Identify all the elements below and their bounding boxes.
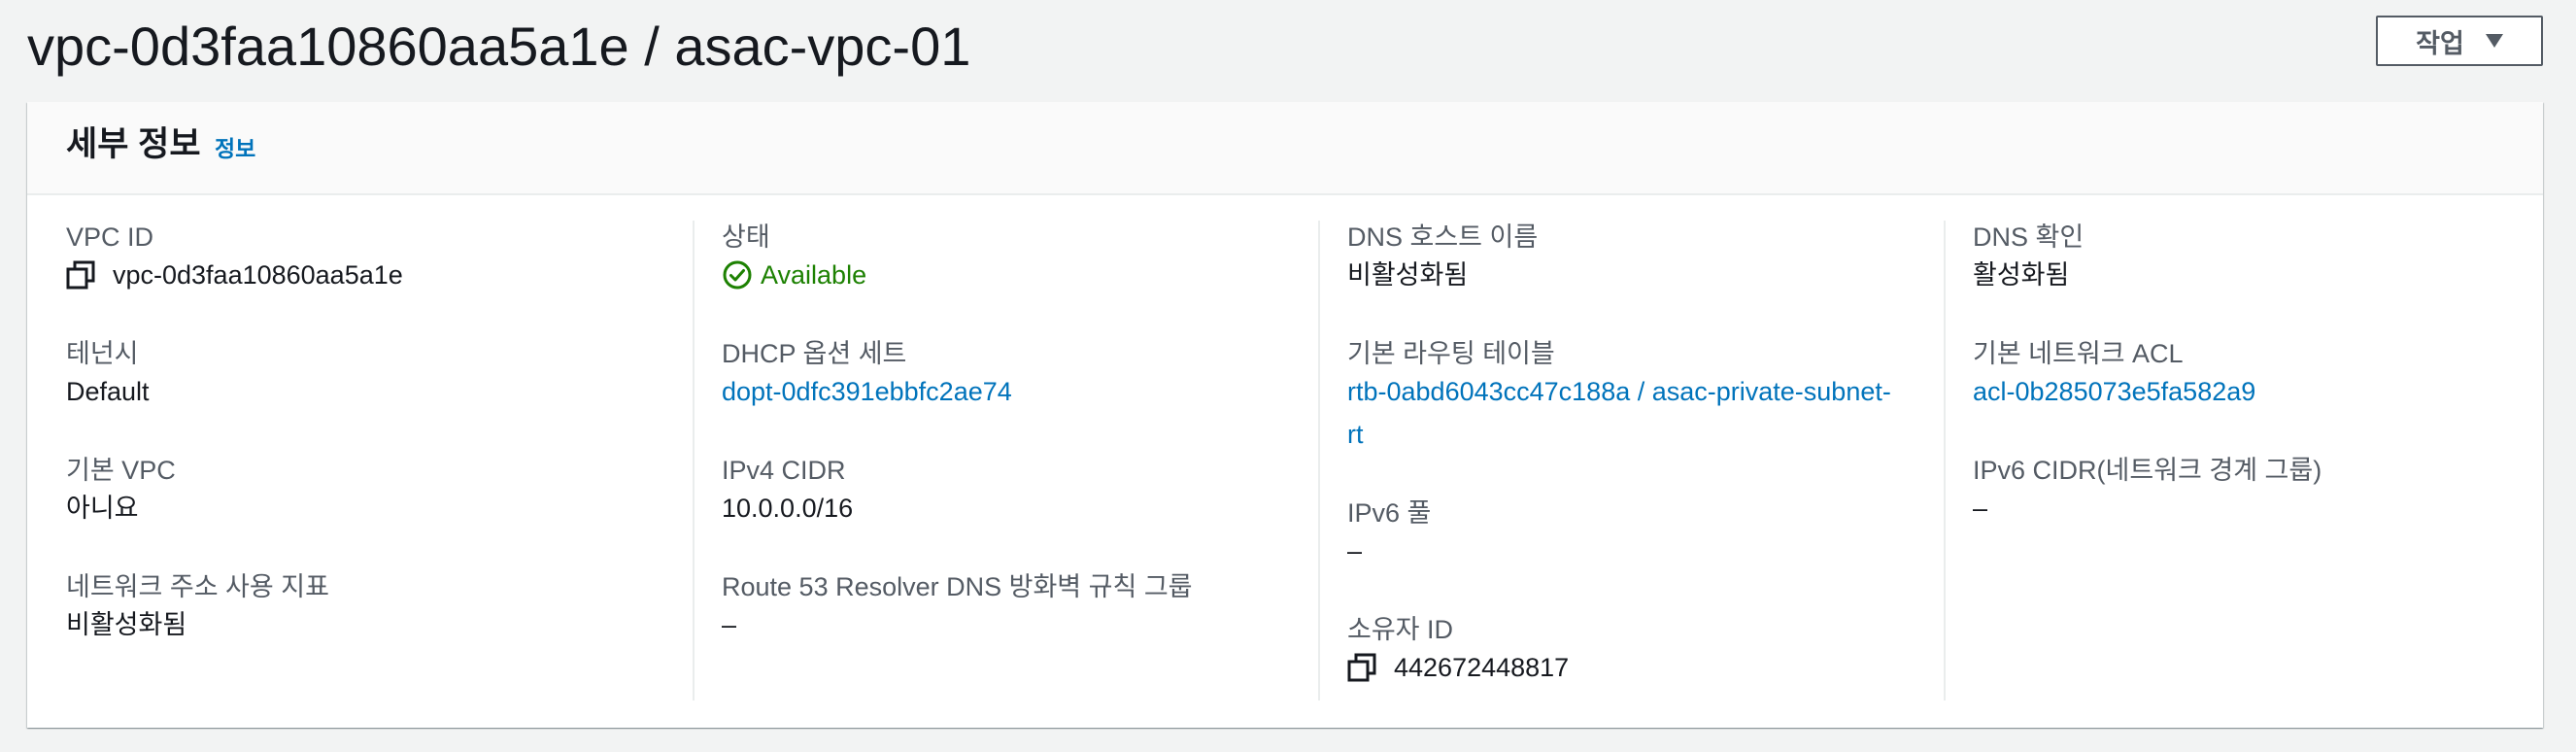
details-column-1: VPC ID vpc-0d3faa10860aa5a1e 테넌시 Default… [66,221,649,701]
field-ipv6-cidr: IPv6 CIDR(네트워크 경계 그룹) – [1973,454,2322,530]
field-value: – [722,610,737,639]
field-label: 기본 라우팅 테이블 [1347,339,1555,368]
page-title: vpc-0d3faa10860aa5a1e / asac-vpc-01 [27,16,971,77]
field-ipv4-cidr: IPv4 CIDR 10.0.0.0/16 [722,454,853,530]
field-value: – [1973,494,1988,523]
field-label: 소유자 ID [1347,615,1454,644]
field-value: – [1347,536,1363,565]
field-network-address-usage-metrics: 네트워크 주소 사용 지표 비활성화됨 [66,570,329,646]
page-header: vpc-0d3faa10860aa5a1e / asac-vpc-01 작업 [27,6,2543,84]
field-value: 아니요 [66,494,139,523]
field-label: Route 53 Resolver DNS 방화벽 규칙 그룹 [722,572,1193,601]
field-tenancy: 테넌시 Default [66,337,150,413]
caret-down-icon [2485,34,2503,48]
vpc-id-value: vpc-0d3faa10860aa5a1e [113,260,403,290]
copy-icon[interactable] [1347,653,1376,682]
details-columns: VPC ID vpc-0d3faa10860aa5a1e 테넌시 Default… [27,221,2543,701]
main-route-table-link[interactable]: rtb-0abd6043cc47c188a / asac-private-sub… [1347,370,1891,456]
details-container: 세부 정보 정보 VPC ID vpc-0d3faa10860aa5a1e 테넌… [27,102,2543,728]
info-link[interactable]: 정보 [215,135,255,162]
field-label: DNS 확인 [1973,222,2085,252]
field-label: 네트워크 주소 사용 지표 [66,572,329,601]
dhcp-options-link[interactable]: dopt-0dfc391ebbfc2ae74 [722,370,1012,413]
actions-button[interactable]: 작업 [2376,16,2543,66]
details-title: 세부 정보 [66,125,201,163]
details-column-3: DNS 호스트 이름 비활성화됨 기본 라우팅 테이블 rtb-0abd6043… [1318,221,1901,701]
field-dns-resolution: DNS 확인 활성화됨 [1973,221,2084,296]
status-indicator: Available [722,254,866,296]
field-main-route-table: 기본 라우팅 테이블 rtb-0abd6043cc47c188a / asac-… [1347,337,1891,456]
field-owner-id: 소유자 ID 442672448817 [1347,613,1569,689]
details-column-2: 상태 Available DHCP 옵션 세트 dopt-0dfc391ebbf… [693,221,1275,701]
field-label: 기본 네트워크 ACL [1973,339,2184,368]
details-header: 세부 정보 정보 [27,102,2543,195]
details-column-4: DNS 확인 활성화됨 기본 네트워크 ACL acl-0b285073e5fa… [1944,221,2526,701]
field-value: 10.0.0.0/16 [722,494,854,523]
field-label: IPv4 CIDR [722,456,846,485]
field-label: DNS 호스트 이름 [1347,222,1539,252]
field-route53-resolver-firewall: Route 53 Resolver DNS 방화벽 규칙 그룹 – [722,570,1193,646]
field-value: 비활성화됨 [1347,260,1469,290]
field-dhcp-option-set: DHCP 옵션 세트 dopt-0dfc391ebbfc2ae74 [722,337,1012,413]
field-value: vpc-0d3faa10860aa5a1e [66,254,403,296]
field-label: DHCP 옵션 세트 [722,339,907,368]
field-vpc-id: VPC ID vpc-0d3faa10860aa5a1e [66,221,403,296]
field-value: 활성화됨 [1973,260,2070,290]
field-label: IPv6 풀 [1347,498,1432,528]
field-value: 442672448817 [1347,646,1569,689]
field-label: 테넌시 [66,339,139,368]
field-label: IPv6 CIDR(네트워크 경계 그룹) [1973,456,2322,485]
status-positive-icon [723,260,752,290]
field-dns-hostnames: DNS 호스트 이름 비활성화됨 [1347,221,1538,296]
field-label: 기본 VPC [66,456,176,485]
field-label: 상태 [722,222,770,252]
actions-button-label: 작업 [2416,28,2464,58]
owner-id-value: 442672448817 [1394,653,1570,682]
main-network-acl-link[interactable]: acl-0b285073e5fa582a9 [1973,370,2255,413]
field-label: VPC ID [66,222,154,252]
field-value: Default [66,377,150,406]
field-default-vpc: 기본 VPC 아니요 [66,454,176,530]
field-ipv6-pool: IPv6 풀 – [1347,496,1431,572]
field-value: 비활성화됨 [66,610,187,639]
status-text: Available [761,260,867,290]
field-state: 상태 Available [722,221,866,296]
copy-icon[interactable] [66,260,95,290]
field-main-network-acl: 기본 네트워크 ACL acl-0b285073e5fa582a9 [1973,337,2255,413]
